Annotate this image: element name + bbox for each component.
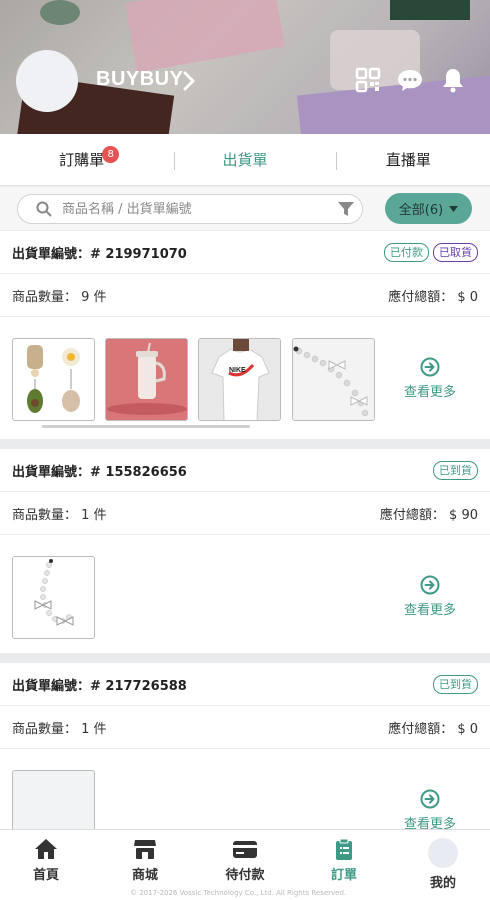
total-amount: 應付總額： $ 90 <box>379 507 478 523</box>
order-card: 出貨單編號：# 219971070 已付款 已取貨 商品數量： 9 件 應付總額… <box>0 231 490 439</box>
product-thumbnail[interactable] <box>105 338 188 421</box>
qr-code-icon[interactable] <box>354 66 382 94</box>
order-tabs: 訂購單 8 出貨單 直播單 <box>0 134 490 186</box>
order-number: 出貨單編號：# 155826656 <box>12 464 187 480</box>
nav-store[interactable]: 商城 <box>105 838 185 883</box>
product-image-strip[interactable]: 查看更多 <box>0 535 490 655</box>
credit-card-icon <box>233 841 257 858</box>
notification-badge: 8 <box>102 146 120 163</box>
bell-icon[interactable] <box>439 66 467 94</box>
order-card: 出貨單編號：# 155826656 已到貨 商品數量： 1 件 應付總額： $ … <box>0 449 490 653</box>
order-number: 出貨單編號：# 219971070 <box>12 246 187 262</box>
total-amount: 應付總額： $ 0 <box>388 721 478 737</box>
view-more-button[interactable]: 查看更多 <box>400 575 460 618</box>
nav-label: 訂單 <box>330 868 357 883</box>
item-quantity: 商品數量： 1 件 <box>12 507 107 523</box>
filter-icon[interactable] <box>338 202 354 216</box>
status-badge-arrived: 已到貨 <box>433 460 478 480</box>
product-thumbnail[interactable]: NIKE <box>198 338 281 421</box>
horizontal-scrollbar[interactable] <box>42 425 250 428</box>
home-icon <box>35 839 57 859</box>
product-thumbnail[interactable] <box>12 770 95 829</box>
product-thumbnail[interactable] <box>292 338 375 421</box>
nav-home[interactable]: 首頁 <box>6 838 86 883</box>
arrow-right-circle-icon <box>420 575 440 595</box>
nav-label: 首頁 <box>32 868 59 883</box>
tab-purchase-orders[interactable]: 訂購單 8 <box>0 134 163 185</box>
store-icon <box>134 840 156 859</box>
search-bar-row: 全部(6) <box>0 187 490 230</box>
divider <box>174 152 175 170</box>
tab-label: 出貨單 <box>222 151 268 169</box>
avatar <box>428 838 458 868</box>
item-quantity: 商品數量： 9 件 <box>12 289 107 305</box>
nav-pending-payment[interactable]: 待付款 <box>205 838 285 883</box>
chat-icon[interactable] <box>396 66 424 94</box>
search-icon <box>36 201 52 217</box>
view-more-button[interactable]: 查看更多 <box>400 789 460 829</box>
view-more-button[interactable]: 查看更多 <box>400 357 460 400</box>
tab-label: 訂購單 <box>59 151 105 169</box>
product-image-strip[interactable]: 查看更多 <box>0 749 490 829</box>
status-badge-arrived: 已到貨 <box>433 674 478 694</box>
nav-profile[interactable]: 我的 <box>403 838 483 891</box>
item-quantity: 商品數量： 1 件 <box>12 721 107 737</box>
view-more-label: 查看更多 <box>403 385 456 400</box>
tab-shipping-orders[interactable]: 出貨單 <box>163 134 326 185</box>
shop-avatar[interactable] <box>16 50 78 112</box>
divider <box>336 152 337 170</box>
product-thumbnail[interactable] <box>12 556 95 639</box>
product-thumbnail[interactable] <box>12 338 95 421</box>
arrow-right-circle-icon <box>420 789 440 809</box>
search-input[interactable] <box>62 199 332 219</box>
nav-label: 待付款 <box>225 868 265 883</box>
status-filter-label: 全部(6) <box>398 203 444 218</box>
status-filter-dropdown[interactable]: 全部(6) <box>385 193 472 224</box>
tab-live-orders[interactable]: 直播單 <box>327 134 490 185</box>
svg-text:NIKE: NIKE <box>229 367 246 374</box>
nav-orders[interactable]: 訂單 <box>304 838 384 883</box>
status-badge-picked-up: 已取貨 <box>433 242 478 262</box>
status-badge-paid: 已付款 <box>384 242 429 262</box>
view-more-label: 查看更多 <box>403 817 456 829</box>
arrow-right-circle-icon <box>420 357 440 377</box>
copyright-text: © 2017-2026 Vossic Technology Co., Ltd. … <box>130 889 347 897</box>
product-image-strip[interactable]: NIKE 查看更多 <box>0 317 490 437</box>
chevron-right-icon[interactable] <box>180 70 200 92</box>
clipboard-icon <box>336 838 352 860</box>
search-box[interactable] <box>17 194 363 224</box>
caret-down-icon <box>449 205 459 212</box>
tab-label: 直播單 <box>385 151 431 169</box>
shop-name[interactable]: BUYBUY <box>96 68 183 91</box>
total-amount: 應付總額： $ 0 <box>388 289 478 305</box>
order-card: 出貨單編號：# 217726588 已到貨 商品數量： 1 件 應付總額： $ … <box>0 663 490 829</box>
nav-label: 商城 <box>131 868 158 883</box>
view-more-label: 查看更多 <box>403 603 456 618</box>
nav-label: 我的 <box>429 876 456 891</box>
order-number: 出貨單編號：# 217726588 <box>12 678 187 694</box>
